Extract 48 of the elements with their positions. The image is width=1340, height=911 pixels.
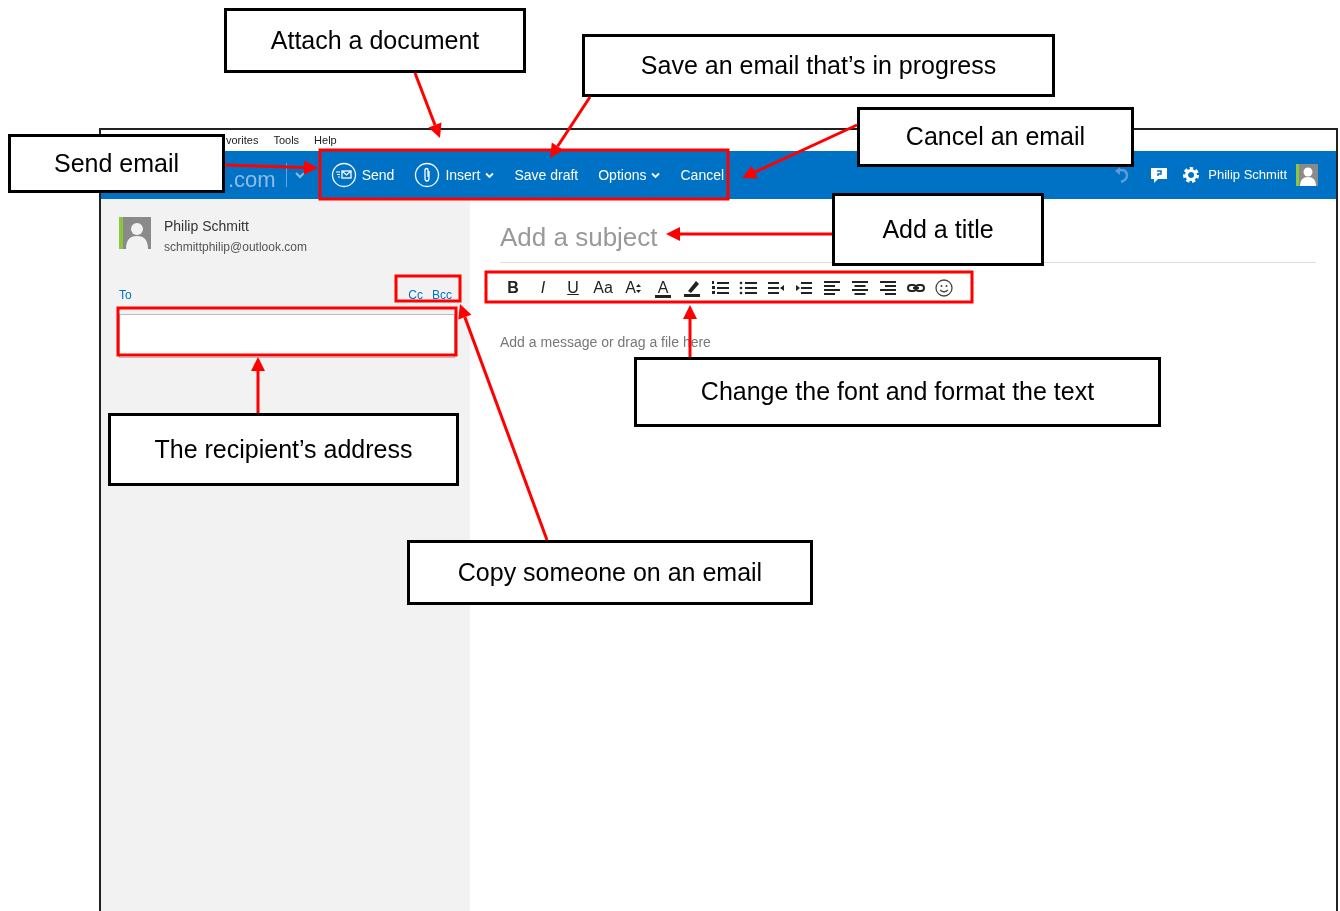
toolbar-button[interactable]: Options xyxy=(598,164,661,186)
underline-button[interactable]: U xyxy=(562,276,584,300)
bold-button[interactable]: B xyxy=(502,276,524,300)
settings-icon[interactable] xyxy=(1182,166,1201,184)
toolbar-button[interactable]: Cancel xyxy=(680,164,725,186)
chat-icon[interactable] xyxy=(1150,166,1169,184)
caret-icon[interactable] xyxy=(294,171,305,179)
callout-box: The recipient’s address xyxy=(108,413,459,486)
sender-name: Philip Schmitt xyxy=(164,217,250,235)
callout-box: Save an email that’s in progress xyxy=(582,34,1055,97)
menu-item[interactable]: vorites xyxy=(226,132,259,149)
callout-box: Cancel an email xyxy=(857,107,1134,167)
highlight-frame xyxy=(394,274,462,303)
menu-item[interactable]: Help xyxy=(314,132,337,149)
logo-text: .com xyxy=(228,169,276,191)
italic-button[interactable]: I xyxy=(532,276,554,300)
smiley-icon[interactable] xyxy=(934,278,954,298)
paperclip-icon xyxy=(414,162,441,188)
arrow xyxy=(550,96,592,158)
callout-box: Add a title xyxy=(832,193,1044,266)
callout-box: Send email xyxy=(8,134,225,193)
sender-email: schmittphilip@outlook.com xyxy=(164,239,307,256)
up-down-icon xyxy=(635,283,641,293)
align-left-icon[interactable] xyxy=(822,278,842,298)
align-center-icon[interactable] xyxy=(850,278,870,298)
undo-icon[interactable] xyxy=(1114,166,1131,184)
callout-box: Change the font and format the text xyxy=(634,357,1161,427)
arrow xyxy=(413,72,442,138)
font-color-button[interactable]: A xyxy=(652,278,674,298)
avatar-icon xyxy=(119,217,151,249)
cc-link[interactable]: Cc xyxy=(408,286,423,304)
font-size-button[interactable]: A xyxy=(622,276,644,300)
to-label[interactable]: To xyxy=(119,286,132,304)
to-field[interactable] xyxy=(119,314,455,358)
callout-box: Copy someone on an email xyxy=(407,540,813,605)
menu-item[interactable]: Tools xyxy=(273,132,300,149)
callout-box: Attach a document xyxy=(224,8,526,73)
arrow xyxy=(251,357,265,413)
avatar-icon[interactable] xyxy=(1296,164,1318,186)
envelope-icon xyxy=(330,162,357,188)
font-button[interactable]: Aa xyxy=(592,276,614,300)
bcc-link[interactable]: Bcc xyxy=(432,286,452,304)
insert-button[interactable]: Insert xyxy=(414,162,495,188)
highlighter-icon[interactable] xyxy=(682,278,702,298)
user-name[interactable]: Philip Schmitt xyxy=(1208,165,1287,185)
toolbar-button[interactable]: Save draft xyxy=(514,164,579,186)
send-button[interactable]: Send xyxy=(330,162,395,188)
align-right-icon[interactable] xyxy=(878,278,898,298)
